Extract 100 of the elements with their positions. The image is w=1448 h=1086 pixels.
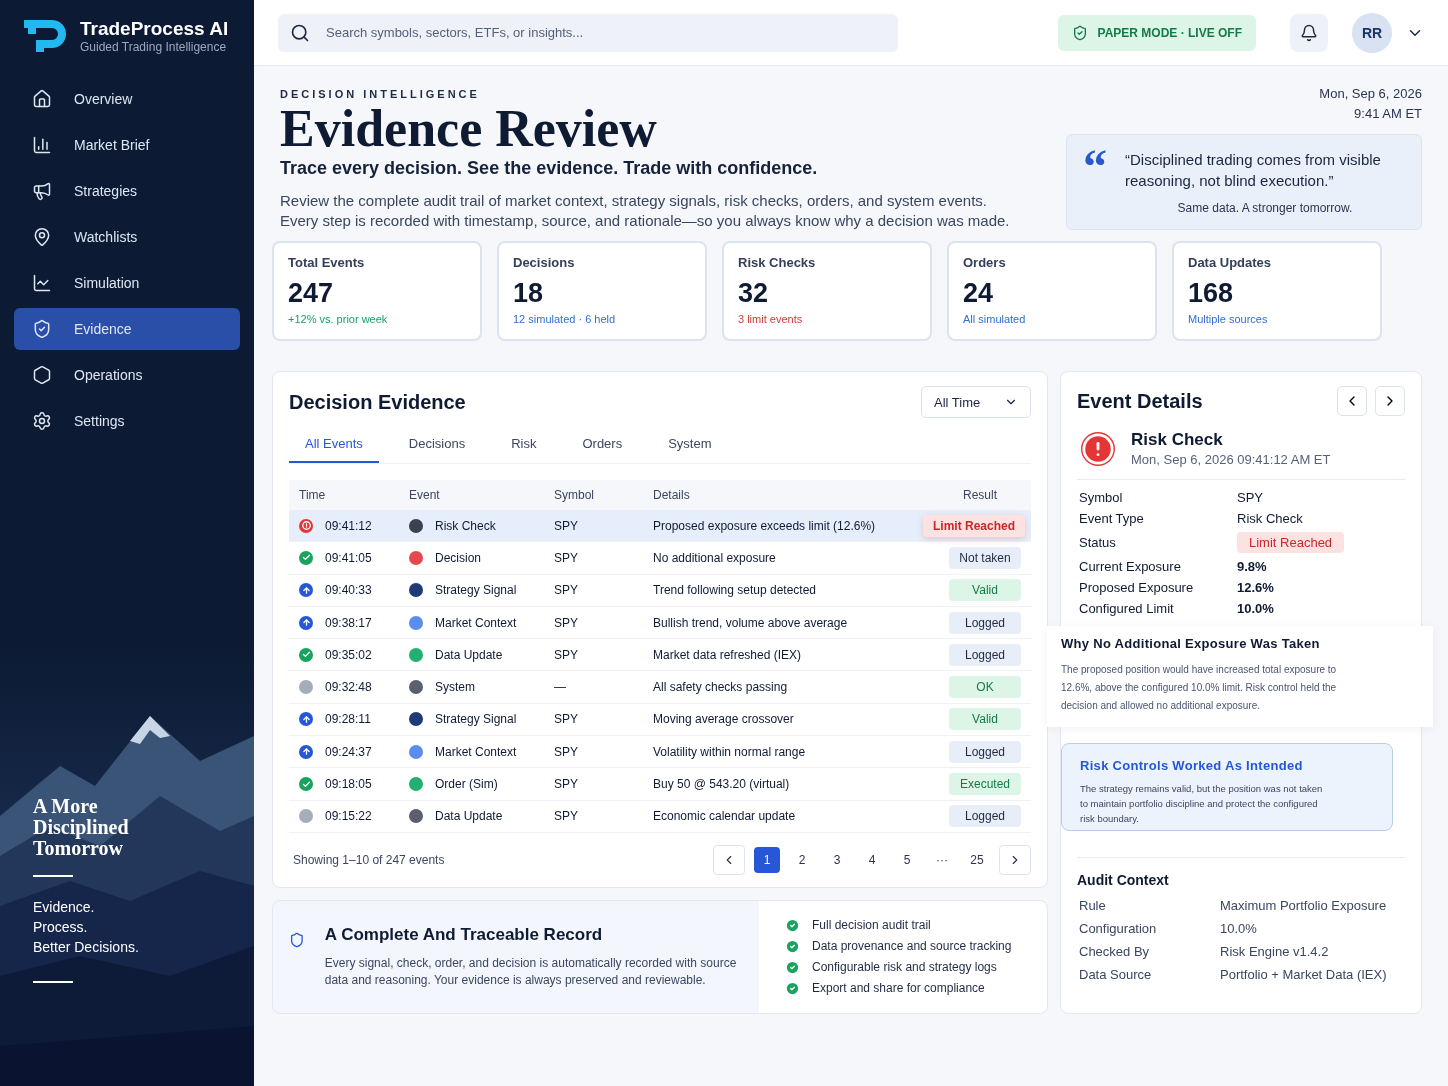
event-cell: Order (Sim) — [435, 777, 498, 791]
search-bar[interactable]: Search symbols, sectors, ETFs, or insights... — [278, 13, 898, 52]
table-row[interactable]: 09:32:48 System — All safety checks passing OK — [289, 671, 1031, 704]
table-row[interactable]: 09:18:05 Order (Sim) SPY Buy 50 @ 543.20 (virtual) Executed — [289, 768, 1031, 801]
stat-value: 18 — [513, 278, 545, 309]
stat-value: 168 — [1188, 278, 1235, 309]
table-row[interactable]: 09:28:11 Strategy Signal SPY Moving average crossover Valid — [289, 703, 1031, 737]
feature-item: Configurable risk and strategy logs — [812, 960, 997, 975]
nav-icon — [32, 227, 52, 247]
filter-tab[interactable]: Orders — [566, 428, 639, 463]
next-button[interactable] — [1375, 386, 1405, 416]
filter-tab[interactable]: Decisions — [392, 428, 482, 463]
user-avatar[interactable]: RR — [1352, 12, 1392, 53]
symbol-cell-text: SPY — [554, 712, 579, 727]
event-cell: Market Context — [435, 744, 517, 759]
field-label: Status — [1079, 535, 1117, 550]
brand-name: TradeProcess AI — [80, 18, 229, 40]
field-value: Risk Engine v1.4.2 — [1220, 944, 1329, 959]
nav-icon — [32, 273, 52, 293]
page-title: Evidence Review — [280, 100, 658, 158]
table-row[interactable]: 09:24:37 Market Context SPY Volatility within normal range Logged — [289, 736, 1031, 769]
page-button[interactable]: 1 — [754, 846, 780, 873]
field-value: Portfolio + Market Data (IEX) — [1220, 967, 1387, 982]
symbol-cell-text: SPY — [554, 615, 579, 630]
promo-title: A More Disciplined Tomorrow — [33, 796, 130, 859]
nav-item[interactable]: Settings — [14, 400, 240, 442]
details-cell-text: Volatility within normal range — [653, 744, 807, 759]
nav-icon — [32, 181, 52, 201]
column-header: Symbol — [554, 488, 595, 502]
filter-tab[interactable]: All Events — [289, 428, 379, 463]
callout-title: Risk Controls Worked As Intended — [1080, 758, 1304, 773]
details-cell-text: Moving average crossover — [653, 712, 795, 727]
field-label: Configured Limit — [1079, 601, 1175, 616]
record-title: A Complete And Traceable Record — [324, 924, 604, 945]
result-badge: Logged — [949, 643, 1021, 666]
symbol-cell-text: SPY — [554, 744, 579, 759]
result-badge: Logged — [949, 805, 1021, 828]
field-label: Current Exposure — [1079, 559, 1182, 574]
stat-note: Multiple sources — [1188, 313, 1268, 325]
nav-item[interactable]: Overview — [14, 78, 240, 120]
time-cell: 09:24:37 — [325, 744, 372, 759]
stat-label: Total Events — [288, 255, 366, 270]
feature-item: Full decision audit trail — [812, 918, 931, 933]
mode-badge: PAPER MODE · LIVE OFF — [1057, 14, 1256, 51]
field-label: Checked By — [1079, 944, 1151, 959]
quote-text: “Disciplined trading comes from visible reasoning, not blind execution.” — [1125, 150, 1382, 191]
feature-item: Data provenance and source tracking — [812, 939, 1012, 954]
nav-icon — [32, 89, 52, 109]
search-input[interactable]: Search symbols, sectors, ETFs, or insights... — [324, 24, 886, 41]
nav-item[interactable]: Watchlists — [14, 216, 240, 258]
event-cell: Strategy Signal — [435, 712, 517, 727]
field-value: 10.0% — [1220, 921, 1257, 936]
nav-icon — [32, 319, 52, 339]
table-row[interactable]: 09:35:02 Data Update SPY Market data refreshed (IEX) Logged — [289, 639, 1031, 672]
stat-note: +12% vs. prior week — [288, 313, 388, 325]
page-description: Review the complete audit trail of market context, strategy signals, risk checks, orders, and system events. Every step is recorded with timestamp, source, and rationale—so you always know why a decision was made. — [280, 191, 1011, 231]
promo-line: Evidence. — [33, 898, 96, 917]
stat-label: Risk Checks — [738, 255, 817, 270]
details-cell-text: Proposed exposure exceeds limit (12.6%) — [653, 518, 877, 533]
stat-value: 24 — [963, 278, 995, 309]
nav-item[interactable]: Simulation — [14, 262, 240, 304]
bell-icon — [1300, 23, 1318, 42]
panel-title: Event Details — [1077, 389, 1203, 413]
previous-button[interactable] — [1337, 386, 1367, 416]
field-label: Configuration — [1079, 921, 1158, 936]
time-cell: 09:18:05 — [325, 777, 372, 791]
event-cell: Decision — [435, 550, 482, 565]
event-cell: Strategy Signal — [435, 583, 517, 598]
nav-item[interactable]: Evidence — [14, 308, 240, 350]
nav-item[interactable]: Operations — [14, 354, 240, 396]
status-badge: Limit Reached — [1237, 532, 1345, 553]
field-value: SPY — [1237, 490, 1263, 505]
nav-item[interactable]: Strategies — [14, 170, 240, 212]
nav-icon — [32, 411, 52, 431]
promo-line: Better Decisions. — [33, 938, 140, 957]
table-row[interactable]: 09:41:05 Decision SPY No additional exposure Not taken — [289, 542, 1031, 575]
table-row[interactable]: 09:40:33 Strategy Signal SPY Trend following setup detected Valid — [289, 574, 1031, 607]
result-badge: Valid — [949, 579, 1021, 602]
symbol-cell-text: SPY — [554, 518, 579, 533]
brand-tagline: Guided Trading Intelligence — [80, 40, 228, 54]
details-cell-text: Trend following setup detected — [653, 583, 817, 598]
table-row[interactable]: 09:41:12 Risk Check SPY Proposed exposure exceeds limit (12.6%) Limit Reached — [289, 510, 1031, 543]
callout-text: The strategy remains valid, but the position was not taken to maintain portfolio discipline and protect the configured risk boundary. — [1080, 782, 1324, 826]
time-cell: 09:35:02 — [325, 647, 372, 662]
audit-title: Audit Context — [1077, 872, 1170, 888]
nav-item[interactable]: Market Brief — [14, 124, 240, 166]
check-icon — [785, 959, 800, 975]
filter-tab[interactable]: System — [652, 428, 728, 463]
feature-item: Export and share for compliance — [812, 981, 985, 996]
event-timestamp: Mon, Sep 6, 2026 09:41:12 AM ET — [1131, 452, 1331, 467]
details-cell-text: Bullish trend, volume above average — [653, 615, 849, 630]
range-select[interactable]: All Time — [921, 386, 1031, 418]
notifications-button[interactable] — [1290, 13, 1328, 52]
field-label: Symbol — [1079, 490, 1124, 505]
promo-line: Process. — [33, 918, 89, 937]
filter-tab[interactable]: Risk — [495, 428, 553, 463]
table-row[interactable]: 09:38:17 Market Context SPY Bullish trend, volume above average Logged — [289, 606, 1031, 640]
result-badge: Valid — [949, 708, 1021, 731]
panel-title: Decision Evidence — [289, 390, 466, 414]
table-row[interactable]: 09:15:22 Data Update SPY Economic calendar update Logged — [289, 800, 1031, 833]
